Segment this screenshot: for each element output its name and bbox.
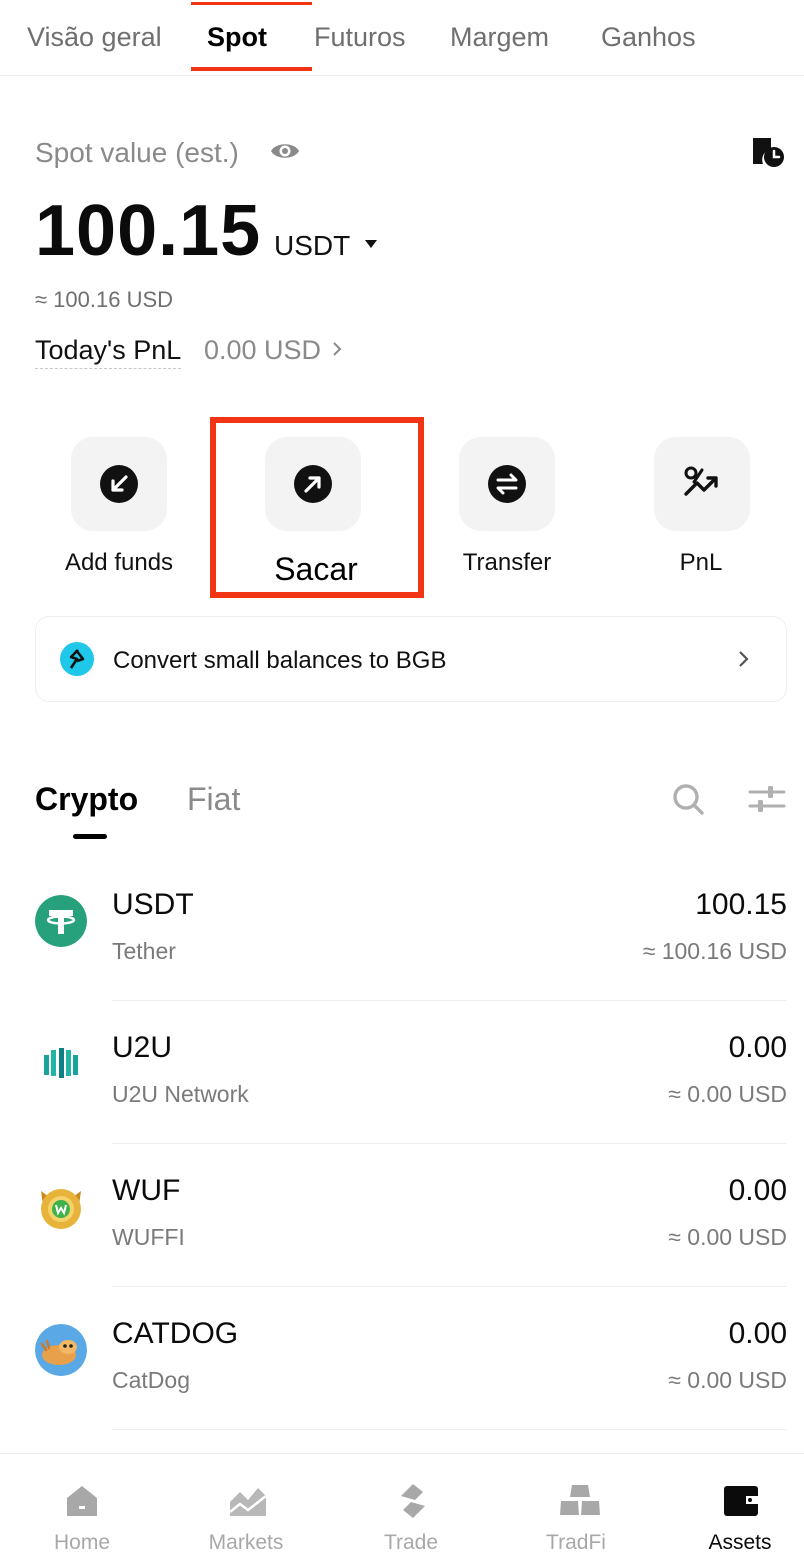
top-tab-bar: Visão geral Spot Futuros Margem Ganhos [0,0,804,76]
coin-usd-value: ≈ 0.00 USD [668,1367,787,1393]
coin-symbol: U2U [112,1031,173,1064]
catdog-logo-icon [35,1324,87,1376]
row-divider [112,1429,787,1430]
coin-amount: 100.15 [695,888,787,921]
convert-banner-text: Convert small balances to BGB [113,647,447,674]
todays-pnl-value[interactable]: 0.00 USD [204,335,321,366]
coin-name: WUFFI [112,1224,185,1250]
pnl-button[interactable] [654,437,750,531]
coin-symbol: CATDOG [112,1317,239,1350]
nav-assets[interactable]: Assets [660,1454,804,1562]
wallet-icon [724,1486,758,1516]
tab-crypto[interactable]: Crypto [35,781,138,818]
coin-row-usdt[interactable]: USDT Tether 100.15 ≈ 100.16 USD [35,858,787,1001]
caret-down-icon[interactable] [364,239,378,249]
coin-row-wuf[interactable]: WUF WUFFI 0.00 ≈ 0.00 USD [35,1144,787,1287]
coin-name: U2U Network [112,1081,249,1107]
pnl-chart-icon [684,466,718,496]
crypto-tab-underline [73,834,107,839]
coin-symbol: USDT [112,888,194,921]
coin-usd-value: ≈ 0.00 USD [668,1081,787,1107]
tether-logo-icon [35,895,87,947]
markets-chart-icon [229,1488,267,1516]
gold-bars-icon [560,1485,600,1515]
u2u-logo-icon [44,1048,78,1078]
tab-fiat[interactable]: Fiat [187,781,240,818]
coin-name: Tether [112,938,176,964]
history-icon[interactable] [749,135,785,169]
bottom-navigation: Home Markets Trade TradFi Assets [0,1453,804,1562]
add-funds-button[interactable] [71,437,167,531]
currency-unit[interactable]: USDT [274,230,350,262]
bgb-convert-icon [60,642,94,676]
nav-trade[interactable]: Trade [331,1454,491,1562]
tab-ganhos[interactable]: Ganhos [601,22,696,53]
tab-spot[interactable]: Spot [207,22,267,53]
nav-tradfi[interactable]: TradFi [496,1454,656,1562]
nav-tradfi-label: TradFi [546,1531,606,1554]
todays-pnl-label[interactable]: Today's PnL [35,335,182,369]
sacar-label: Sacar [231,550,401,588]
arrow-down-left-icon [100,465,138,503]
search-icon[interactable] [671,782,705,816]
tab-margem[interactable]: Margem [450,22,549,53]
transfer-button[interactable] [459,437,555,531]
chevron-right-icon[interactable] [331,341,343,357]
spot-total-value: 100.15 [35,191,262,271]
coin-name: CatDog [112,1367,190,1393]
coin-row-catdog[interactable]: CATDOG CatDog 0.00 ≈ 0.00 USD [35,1287,787,1430]
coin-amount: 0.00 [728,1031,787,1064]
wuffi-logo-icon [41,1189,81,1229]
coin-usd-value: ≈ 0.00 USD [668,1224,787,1250]
eye-icon[interactable] [270,139,300,163]
tab-visao-geral[interactable]: Visão geral [27,22,162,53]
trade-icon [401,1484,425,1518]
tab-top-accent [191,2,312,5]
filter-sliders-icon[interactable] [748,782,786,816]
nav-home-label: Home [53,1531,111,1554]
nav-markets[interactable]: Markets [166,1454,326,1562]
nav-trade-label: Trade [383,1531,439,1554]
chevron-right-icon [739,651,749,667]
tab-futuros[interactable]: Futuros [314,22,406,53]
add-funds-label: Add funds [64,549,174,576]
nav-assets-label: Assets [708,1531,772,1554]
nav-home[interactable]: Home [2,1454,162,1562]
convert-small-balances-banner[interactable]: Convert small balances to BGB [35,616,787,702]
nav-markets-label: Markets [208,1531,284,1554]
approx-usd-value: ≈ 100.16 USD [35,287,174,312]
home-icon [67,1486,97,1516]
coin-amount: 0.00 [728,1317,787,1350]
transfer-icon [488,465,526,503]
coin-symbol: WUF [112,1174,181,1207]
spot-value-label: Spot value (est.) [35,137,239,168]
active-tab-underline [191,67,312,71]
pnl-label: PnL [679,549,723,576]
coin-row-u2u[interactable]: U2U U2U Network 0.00 ≈ 0.00 USD [35,1001,787,1144]
coin-amount: 0.00 [728,1174,787,1207]
coin-usd-value: ≈ 100.16 USD [642,938,787,964]
transfer-label: Transfer [462,549,552,576]
